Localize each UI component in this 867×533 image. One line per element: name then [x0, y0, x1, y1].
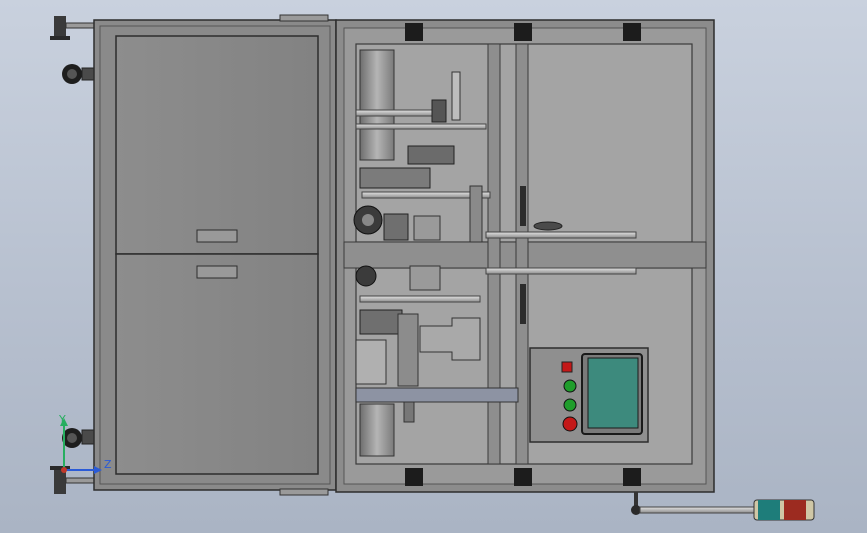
upper-door-panel: [115, 35, 319, 255]
start-button-2[interactable]: [563, 398, 577, 412]
emergency-stop-button[interactable]: [562, 416, 578, 432]
signal-tower-icon: [631, 492, 815, 521]
caster-wheel-icon: [62, 64, 95, 84]
leveling-foot-top-left: [50, 16, 95, 40]
lower-door-panel: [115, 253, 319, 475]
axis-y-label: Y: [58, 413, 66, 426]
machine-assembly-drawing: Y Z: [50, 14, 815, 521]
caster-wheel-lower-icon: [62, 428, 95, 448]
start-button-1[interactable]: [563, 379, 577, 393]
axis-z-label: Z: [104, 458, 112, 471]
touch-screen[interactable]: [587, 357, 639, 429]
